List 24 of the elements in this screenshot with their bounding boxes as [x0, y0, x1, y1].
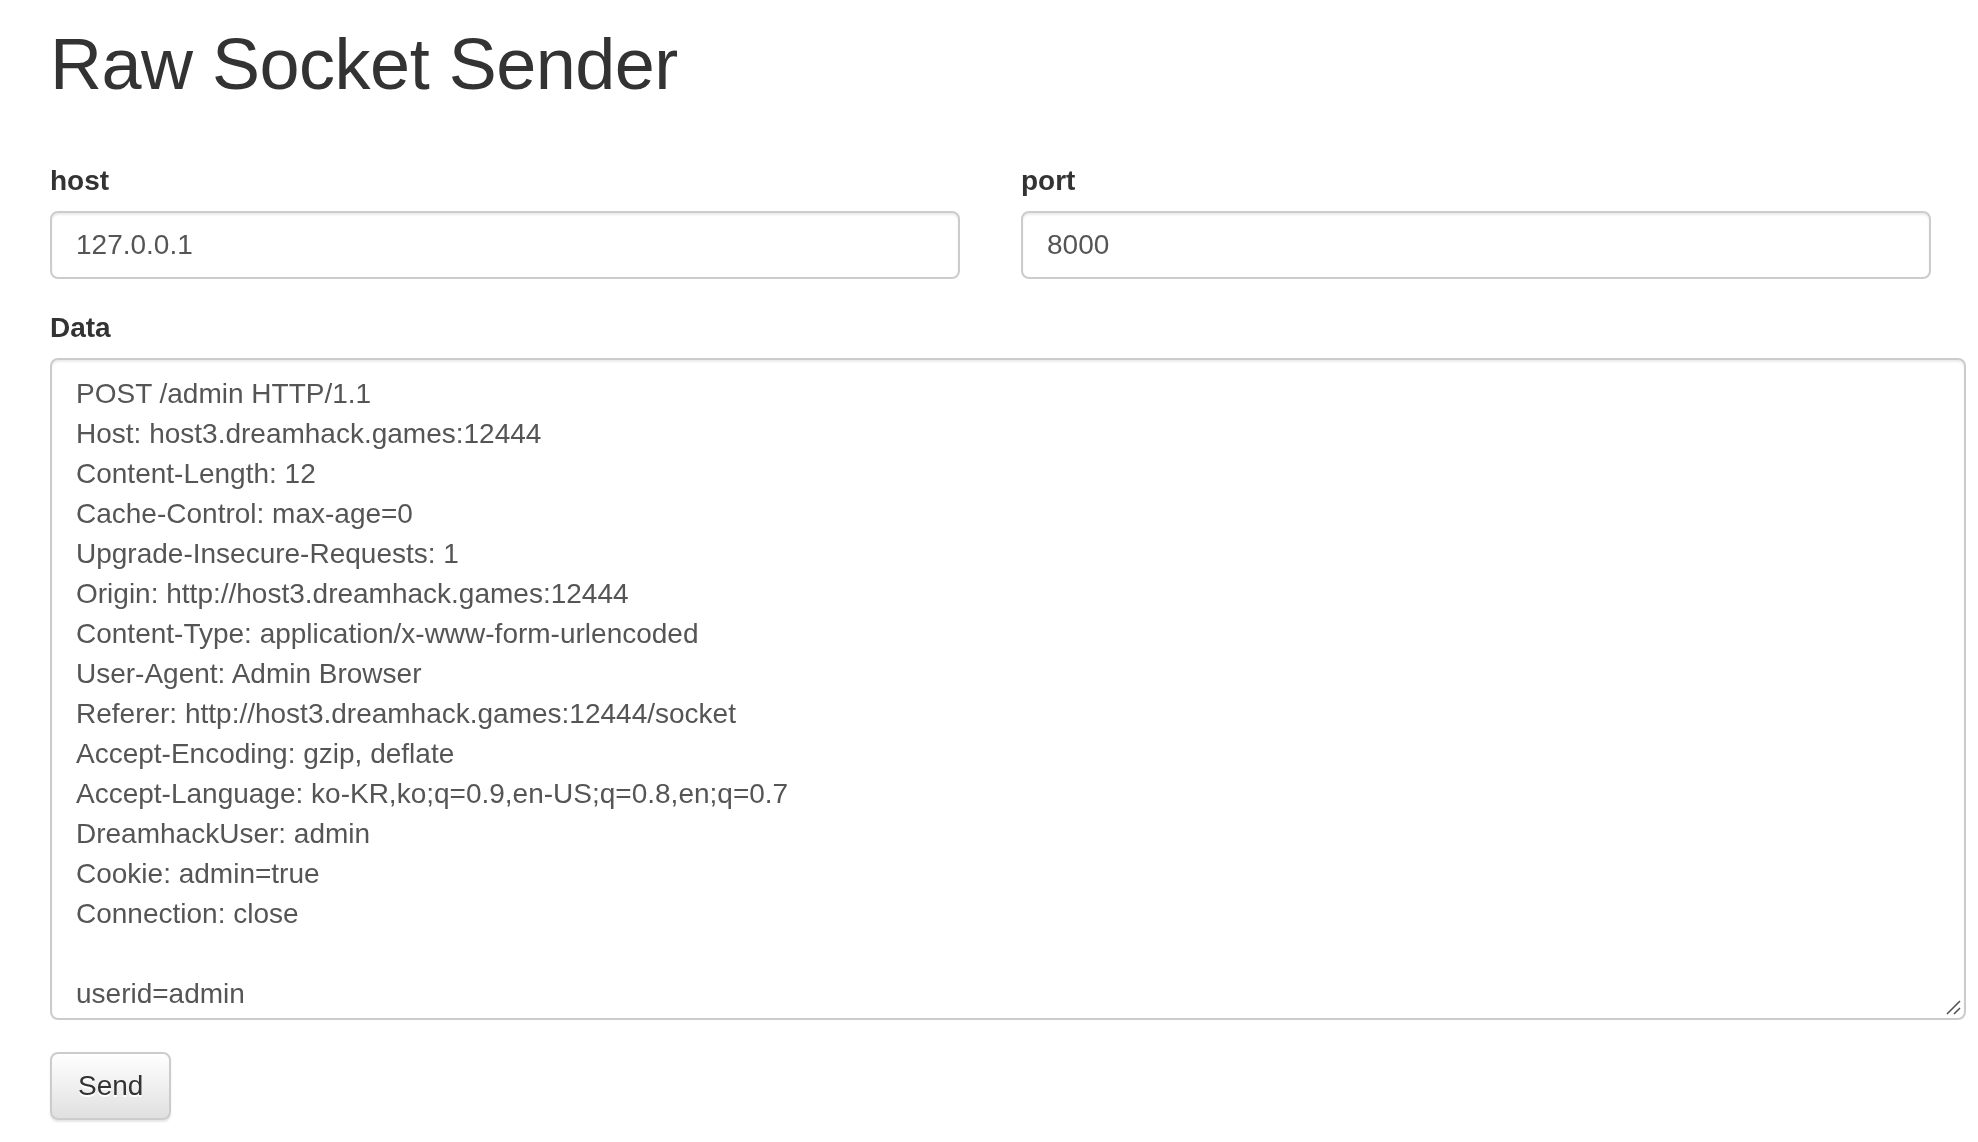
text-line: Accept-Language: ko-KR,ko;q=0.9,en-US;q=0.8,en;q=0.7 — [76, 777, 789, 811]
text-line: Host: host3.dreamhack.games:12444 — [76, 417, 542, 451]
resize-grip-icon[interactable] — [1946, 1000, 1961, 1015]
field-label: Data — [50, 311, 111, 345]
text-input-field[interactable]: 127.0.0.1 — [50, 211, 960, 279]
text-line: userid=admin — [76, 977, 245, 1011]
text-line: Upgrade-Insecure-Requests: 1 — [76, 537, 459, 571]
text-line: Content-Type: application/x-www-form-urlencoded — [76, 617, 699, 651]
text-line: Cache-Control: max-age=0 — [76, 497, 413, 531]
field-label: port — [1021, 164, 1076, 198]
data-text-area[interactable] — [50, 358, 1966, 1020]
text-line: Accept-Encoding: gzip, deflate — [76, 737, 455, 771]
text-line: Referer: http://host3.dreamhack.games:12444/socket — [76, 697, 736, 731]
text-line: POST /admin HTTP/1.1 — [76, 377, 372, 411]
text-line: Origin: http://host3.dreamhack.games:12444 — [76, 577, 629, 611]
text-line: Cookie: admin=true — [76, 857, 320, 891]
text-line: User-Agent: Admin Browser — [76, 657, 422, 691]
field-label: host — [50, 164, 110, 198]
page-title: Raw Socket Sender — [50, 25, 678, 104]
send-button[interactable]: Send — [50, 1052, 172, 1120]
text-line: Connection: close — [76, 897, 299, 931]
text-line: DreamhackUser: admin — [76, 817, 371, 851]
text-input-field[interactable]: 8000 — [1021, 211, 1931, 279]
text-line: Content-Length: 12 — [76, 457, 316, 491]
